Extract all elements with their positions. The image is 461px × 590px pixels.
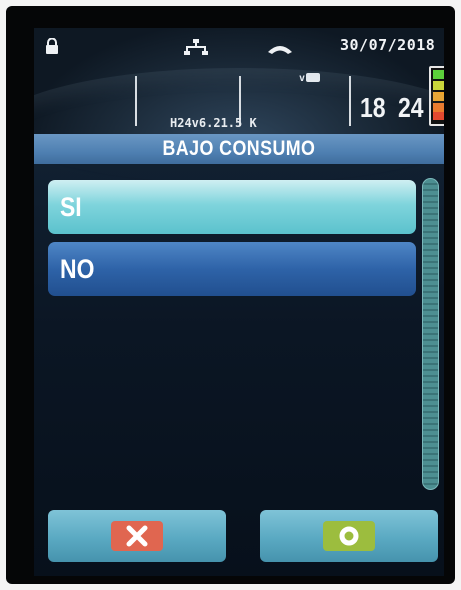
clock-hour: 18 <box>360 92 386 123</box>
battery-segment <box>433 103 444 112</box>
status-bar: v 30/07/2018 18 24 H24v6.21.5 K <box>34 28 444 136</box>
handset-icon <box>267 40 293 59</box>
clock-minute: 24 <box>398 92 424 123</box>
ok-circle-icon <box>323 521 375 551</box>
device-screen: v 30/07/2018 18 24 H24v6.21.5 K BAJO CON… <box>34 28 444 576</box>
option-list: SI NO <box>48 180 416 304</box>
battery-segment <box>433 112 444 120</box>
page-title: BAJO CONSUMO <box>162 137 316 160</box>
title-bar: BAJO CONSUMO <box>34 134 444 164</box>
confirm-button[interactable] <box>260 510 438 562</box>
divider <box>349 76 351 126</box>
option-si[interactable]: SI <box>48 180 416 234</box>
option-label: SI <box>60 191 82 222</box>
lock-icon <box>45 37 59 58</box>
network-icon <box>184 39 208 59</box>
firmware-version: H24v6.21.5 K <box>170 116 257 130</box>
option-no[interactable]: NO <box>48 242 416 296</box>
battery-icon <box>429 66 444 126</box>
battery-segment <box>433 92 444 101</box>
cancel-button[interactable] <box>48 510 226 562</box>
battery-segment <box>433 81 444 90</box>
divider <box>135 76 137 126</box>
option-label: NO <box>60 253 95 284</box>
battery-segment <box>433 70 444 79</box>
wifi-indicator: v <box>299 73 321 84</box>
device-frame: v 30/07/2018 18 24 H24v6.21.5 K BAJO CON… <box>6 6 455 584</box>
wifi-icon <box>306 73 321 82</box>
date-label: 30/07/2018 <box>340 36 436 54</box>
close-icon <box>111 521 163 551</box>
scrollbar[interactable] <box>422 178 439 490</box>
